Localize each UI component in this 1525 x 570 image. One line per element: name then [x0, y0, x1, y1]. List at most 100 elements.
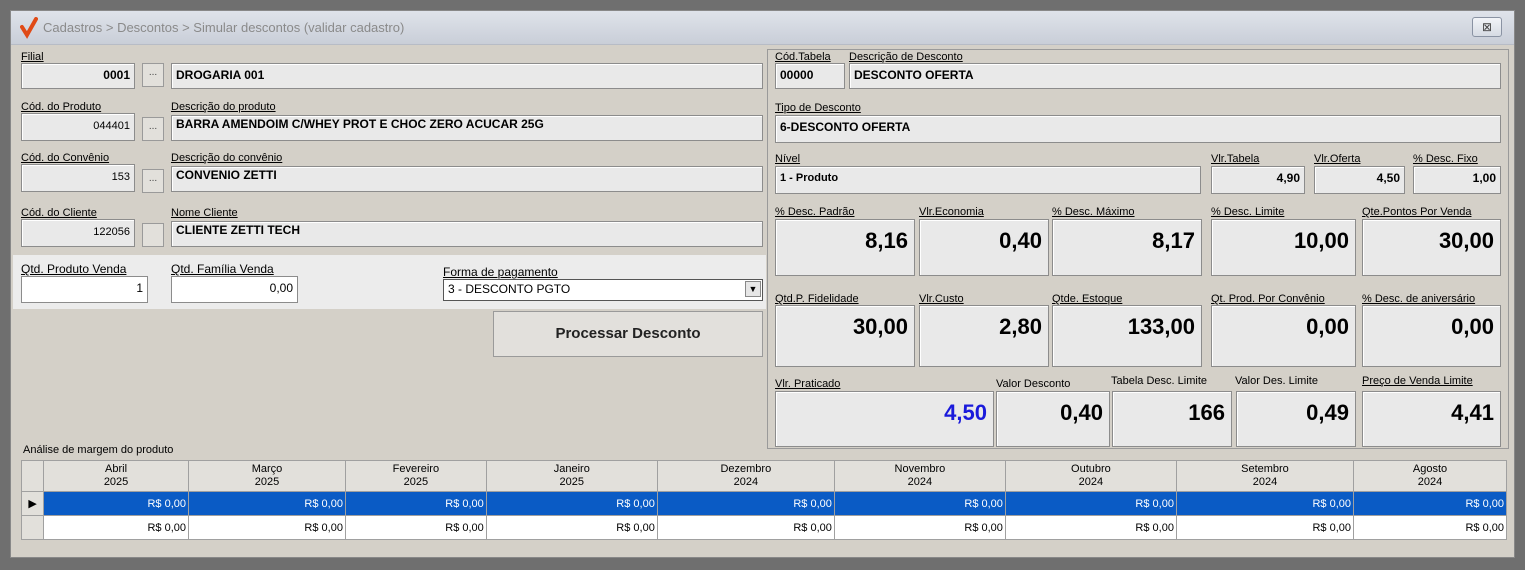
valor-des-limite-label: Valor Des. Limite — [1235, 375, 1318, 387]
table-row[interactable]: ▶ R$ 0,00 R$ 0,00 R$ 0,00 R$ 0,00 R$ 0,00 R$ 0… — [20, 491, 1507, 516]
vl-custo-label: Vlr.Custo — [919, 293, 964, 305]
qtd-familia-input[interactable]: 0,00 — [171, 276, 298, 303]
desc-fixo-field: 1,00 — [1413, 166, 1501, 194]
grid-header-8[interactable]: Agosto 2024 — [1353, 460, 1507, 492]
grid-header-month: Setembro — [1241, 463, 1289, 475]
qtd-produto-input[interactable]: 1 — [21, 276, 148, 303]
grid-corner — [20, 460, 45, 492]
filial-name-field: DROGARIA 001 — [171, 63, 763, 89]
grid-header-month: Agosto — [1412, 463, 1448, 475]
valor-desconto-field: 0,40 — [996, 391, 1110, 447]
grid-cell[interactable]: R$ 0,00 — [344, 515, 487, 540]
qtd-fidelidade-label: Qtd.P. Fidelidade — [775, 293, 859, 305]
produto-desc-label: Descrição do produto — [171, 101, 276, 113]
grid-header-7[interactable]: Setembro 2024 — [1175, 460, 1355, 492]
row-indicator-icon[interactable]: ▶ — [20, 491, 45, 516]
grid-cell[interactable]: R$ 0,00 — [1353, 491, 1507, 516]
produto-lookup-button[interactable]: ... — [142, 117, 164, 141]
grid-header-month: Dezembro — [720, 463, 772, 475]
desc-aniversario-field: 0,00 — [1362, 305, 1501, 367]
grid-header-month: Fevereiro — [392, 463, 440, 475]
grid-cell[interactable]: R$ 0,00 — [1175, 515, 1355, 540]
desc-limite-field: 10,00 — [1211, 219, 1356, 276]
cliente-code-label: Cód. do Cliente — [21, 207, 97, 219]
convenio-lookup-button[interactable]: ... — [142, 169, 164, 193]
grid-header-year: 2025 — [254, 476, 280, 488]
qtd-fidelidade-field: 30,00 — [775, 305, 915, 367]
convenio-code-field[interactable]: 153 — [21, 164, 135, 192]
vl-custo-field: 2,80 — [919, 305, 1049, 367]
preco-venda-limite-label: Preço de Venda Limite — [1362, 375, 1473, 387]
grid-header-month: Março — [251, 463, 283, 475]
vl-tabela-field: 4,90 — [1211, 166, 1305, 194]
produto-code-field[interactable]: 044401 — [21, 113, 135, 141]
grid-header-year: 2024 — [1252, 476, 1278, 488]
pontos-venda-field: 30,00 — [1362, 219, 1501, 276]
title-bar: Cadastros > Descontos > Simular desconto… — [11, 11, 1514, 45]
grid-header-year: 2024 — [1078, 476, 1104, 488]
grid-cell[interactable]: R$ 0,00 — [188, 515, 346, 540]
grid-header-5[interactable]: Novembro 2024 — [833, 460, 1006, 492]
desc-padrao-label: % Desc. Padrão — [775, 206, 855, 218]
convenio-name-field: CONVENIO ZETTI — [171, 166, 763, 192]
grid-cell[interactable]: R$ 0,00 — [43, 491, 189, 516]
vl-oferta-field: 4,50 — [1314, 166, 1405, 194]
cod-tabela-field: 00000 — [775, 63, 845, 89]
desc-desconto-field: DESCONTO OFERTA — [849, 63, 1501, 89]
grid-header-year: 2024 — [1417, 476, 1443, 488]
app-logo-icon — [20, 17, 38, 39]
grid-header-month: Outubro — [1071, 463, 1111, 475]
grid-cell[interactable]: R$ 0,00 — [344, 491, 487, 516]
cliente-desc-label: Nome Cliente — [171, 207, 238, 219]
desc-limite-label: % Desc. Limite — [1211, 206, 1285, 218]
filial-code-field[interactable]: 0001 — [21, 63, 135, 89]
close-button[interactable]: ⊠ — [1472, 17, 1502, 37]
grid-cell[interactable]: R$ 0,00 — [188, 491, 346, 516]
desc-aniversario-label: % Desc. de aniversário — [1362, 293, 1476, 305]
grid-header-year: 2024 — [907, 476, 933, 488]
grid-cell[interactable]: R$ 0,00 — [833, 515, 1006, 540]
grid-header-2[interactable]: Fevereiro 2025 — [344, 460, 487, 492]
convenio-desc-label: Descrição do convênio — [171, 152, 283, 164]
grid-cell[interactable]: R$ 0,00 — [485, 515, 658, 540]
forma-pagamento-value: 3 - DESCONTO PGTO — [448, 282, 571, 296]
grid-cell[interactable]: R$ 0,00 — [43, 515, 189, 540]
qt-prod-convenio-field: 0,00 — [1211, 305, 1356, 367]
cliente-code-field[interactable]: 122056 — [21, 219, 135, 247]
grid-cell[interactable]: R$ 0,00 — [656, 515, 835, 540]
filial-lookup-button[interactable]: ... — [142, 63, 164, 87]
cliente-name-field: CLIENTE ZETTI TECH — [171, 221, 763, 247]
grid-header-year: 2025 — [103, 476, 129, 488]
grid-cell[interactable]: R$ 0,00 — [1004, 515, 1177, 540]
forma-pagamento-label: Forma de pagamento — [443, 265, 558, 279]
table-row[interactable]: R$ 0,00 R$ 0,00 R$ 0,00 R$ 0,00 R$ 0,00 R$ 0,… — [20, 515, 1507, 540]
vl-oferta-label: Vlr.Oferta — [1314, 153, 1361, 165]
grid-header-month: Abril — [105, 463, 128, 475]
desc-desconto-label: Descrição de Desconto — [849, 51, 963, 63]
grid-cell[interactable]: R$ 0,00 — [656, 491, 835, 516]
grid-cell[interactable]: R$ 0,00 — [1004, 491, 1177, 516]
tipo-desconto-label: Tipo de Desconto — [775, 102, 861, 114]
desc-maximo-field: 8,17 — [1052, 219, 1202, 276]
tabela-desc-limite-field: 166 — [1112, 391, 1232, 447]
grid-cell[interactable]: R$ 0,00 — [833, 491, 1006, 516]
pontos-venda-label: Qte.Pontos Por Venda — [1362, 206, 1472, 218]
produto-code-label: Cód. do Produto — [21, 101, 102, 113]
grid-header-3[interactable]: Janeiro 2025 — [485, 460, 658, 492]
dropdown-arrow-icon[interactable]: ▼ — [745, 281, 761, 297]
grid-header-year: 2024 — [733, 476, 759, 488]
grid-cell[interactable]: R$ 0,00 — [485, 491, 658, 516]
grid-header-1[interactable]: Março 2025 — [188, 460, 346, 492]
grid-header-4[interactable]: Dezembro 2024 — [656, 460, 835, 492]
grid-header-month: Janeiro — [553, 463, 590, 475]
forma-pagamento-select[interactable]: 3 - DESCONTO PGTO ▼ — [443, 279, 763, 301]
grid-cell[interactable]: R$ 0,00 — [1353, 515, 1507, 540]
row-indicator[interactable] — [20, 515, 45, 540]
margem-grid[interactable]: Abril 2025 Março 2025 Fevereiro 2025 Janeiro 20… — [20, 460, 1507, 540]
cliente-lookup-button[interactable] — [142, 223, 164, 247]
nivel-label: Nível — [775, 153, 801, 165]
grid-header-6[interactable]: Outubro 2024 — [1004, 460, 1177, 492]
grid-cell[interactable]: R$ 0,00 — [1175, 491, 1355, 516]
processar-desconto-button[interactable]: Processar Desconto — [493, 311, 763, 357]
grid-header-0[interactable]: Abril 2025 — [43, 460, 189, 492]
